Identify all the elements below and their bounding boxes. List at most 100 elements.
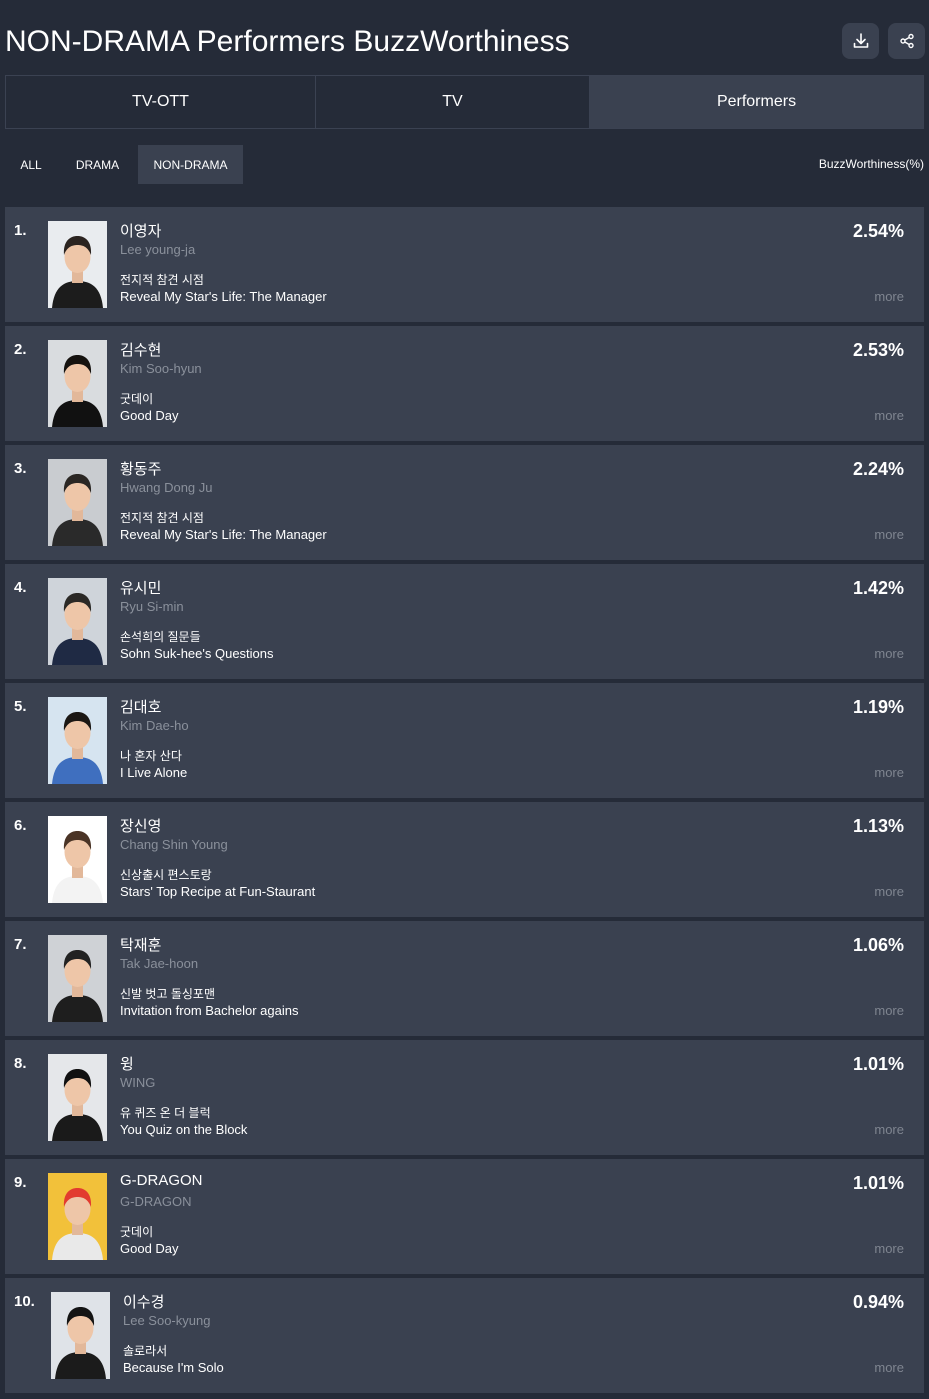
download-button[interactable] <box>842 23 879 59</box>
buzz-percentage: 1.01% <box>852 1054 904 1074</box>
rank-number: 9. <box>14 1174 27 1191</box>
show-title-english: Stars' Top Recipe at Fun-Staurant <box>120 884 316 899</box>
rank-number: 6. <box>14 817 27 834</box>
show-title-korean[interactable]: 신발 벗고 돌싱포맨 <box>120 985 215 1002</box>
main-tabs: TV-OTT TV Performers <box>5 75 924 129</box>
more-link[interactable]: more <box>874 1360 904 1375</box>
performer-name-korean[interactable]: 유시민 <box>120 577 161 598</box>
performer-name-english: WING <box>120 1075 156 1090</box>
performer-name-english: Lee young-ja <box>120 242 196 257</box>
sub-tabs: ALL DRAMA NON-DRAMA <box>5 145 243 184</box>
rank-number: 4. <box>14 579 27 596</box>
performer-name-english: Kim Soo-hyun <box>120 361 202 376</box>
performer-row[interactable]: 8. 윙 WING 유 퀴즈 온 더 블럭 You Quiz on the Block 1… <box>5 1040 924 1155</box>
buzz-percentage: 0.94% <box>852 1292 904 1312</box>
show-title-korean[interactable]: 전지적 참견 시점 <box>120 509 204 526</box>
buzz-percentage: 2.53% <box>852 340 904 360</box>
performer-row[interactable]: 4. 유시민 Ryu Si-min 손석희의 질문들 Sohn Suk-hee's Qu… <box>5 564 924 679</box>
more-link[interactable]: more <box>874 646 904 661</box>
performer-row[interactable]: 9. G-DRAGON G-DRAGON 굿데이 Good Day 1.01% more <box>5 1159 924 1274</box>
sort-label: BuzzWorthiness(%) <box>818 157 924 171</box>
page-title: NON-DRAMA Performers BuzzWorthiness <box>5 25 570 58</box>
performer-name-english: Tak Jae-hoon <box>120 956 199 971</box>
performer-photo <box>51 1292 110 1379</box>
performer-row[interactable]: 10. 이수경 Lee Soo-kyung 솔로라서 Because I'm Solo 0… <box>5 1278 924 1393</box>
performer-photo <box>48 935 107 1022</box>
performer-photo <box>48 697 107 784</box>
performer-name-korean[interactable]: 윙 <box>120 1053 134 1074</box>
rank-number: 1. <box>14 222 27 239</box>
buzz-percentage: 1.06% <box>852 935 904 955</box>
performer-photo <box>48 1054 107 1141</box>
performer-photo <box>48 816 107 903</box>
performer-name-korean[interactable]: 이영자 <box>120 220 161 241</box>
show-title-korean[interactable]: 유 퀴즈 온 더 블럭 <box>120 1104 211 1121</box>
show-title-korean[interactable]: 나 혼자 산다 <box>120 747 182 764</box>
page: NON-DRAMA Performers BuzzWorthiness TV-O… <box>0 0 929 1399</box>
more-link[interactable]: more <box>874 1003 904 1018</box>
show-title-english: Reveal My Star's Life: The Manager <box>120 289 327 304</box>
performer-name-korean[interactable]: 김대호 <box>120 696 161 717</box>
more-link[interactable]: more <box>874 408 904 423</box>
performer-photo <box>48 221 107 308</box>
performer-name-korean[interactable]: 탁재훈 <box>120 934 161 955</box>
share-icon <box>899 33 915 49</box>
more-link[interactable]: more <box>874 884 904 899</box>
subtab-drama[interactable]: DRAMA <box>57 145 138 184</box>
performer-row[interactable]: 5. 김대호 Kim Dae-ho 나 혼자 산다 I Live Alone 1.19% m… <box>5 683 924 798</box>
buzz-percentage: 1.13% <box>852 816 904 836</box>
show-title-english: Reveal My Star's Life: The Manager <box>120 527 327 542</box>
performer-name-english: Kim Dae-ho <box>120 718 189 733</box>
performer-row[interactable]: 6. 장신영 Chang Shin Young 신상출시 편스토랑 Stars' Top… <box>5 802 924 917</box>
share-button[interactable] <box>888 23 925 59</box>
performer-row[interactable]: 7. 탁재훈 Tak Jae-hoon 신발 벗고 돌싱포맨 Invitation fr… <box>5 921 924 1036</box>
more-link[interactable]: more <box>874 1241 904 1256</box>
show-title-korean[interactable]: 굿데이 <box>120 1223 153 1240</box>
performer-row[interactable]: 2. 김수현 Kim Soo-hyun 굿데이 Good Day 2.53% more <box>5 326 924 441</box>
show-title-english: Invitation from Bachelor agains <box>120 1003 299 1018</box>
buzz-percentage: 1.01% <box>852 1173 904 1193</box>
performer-name-korean[interactable]: 김수현 <box>120 339 161 360</box>
performer-row[interactable]: 1. 이영자 Lee young-ja 전지적 참견 시점 Reveal My Star… <box>5 207 924 322</box>
show-title-korean[interactable]: 신상출시 편스토랑 <box>120 866 212 883</box>
show-title-english: Sohn Suk-hee's Questions <box>120 646 274 661</box>
performer-name-korean[interactable]: 이수경 <box>123 1291 164 1312</box>
show-title-english: Good Day <box>120 408 179 423</box>
performer-name-english: Lee Soo-kyung <box>123 1313 211 1328</box>
download-icon <box>852 32 870 50</box>
show-title-korean[interactable]: 굿데이 <box>120 390 153 407</box>
more-link[interactable]: more <box>874 527 904 542</box>
performer-name-korean[interactable]: 황동주 <box>120 458 161 479</box>
performer-name-korean[interactable]: G-DRAGON <box>120 1172 203 1189</box>
buzz-percentage: 2.24% <box>852 459 904 479</box>
rank-number: 2. <box>14 341 27 358</box>
show-title-korean[interactable]: 손석희의 질문들 <box>120 628 201 645</box>
tab-tv-ott[interactable]: TV-OTT <box>6 76 316 128</box>
show-title-english: Good Day <box>120 1241 179 1256</box>
show-title-korean[interactable]: 솔로라서 <box>123 1342 167 1359</box>
subtab-all[interactable]: ALL <box>5 145 57 184</box>
buzz-percentage: 1.19% <box>852 697 904 717</box>
performer-photo <box>48 340 107 427</box>
more-link[interactable]: more <box>874 1122 904 1137</box>
tab-performers[interactable]: Performers <box>590 76 923 128</box>
rank-number: 3. <box>14 460 27 477</box>
show-title-korean[interactable]: 전지적 참견 시점 <box>120 271 204 288</box>
more-link[interactable]: more <box>874 765 904 780</box>
buzz-percentage: 2.54% <box>852 221 904 241</box>
show-title-english: You Quiz on the Block <box>120 1122 248 1137</box>
performer-photo <box>48 459 107 546</box>
more-link[interactable]: more <box>874 289 904 304</box>
rank-number: 8. <box>14 1055 27 1072</box>
subtab-non-drama[interactable]: NON-DRAMA <box>138 145 243 184</box>
performer-name-english: Chang Shin Young <box>120 837 228 852</box>
rank-number: 7. <box>14 936 27 953</box>
performer-name-english: G-DRAGON <box>120 1194 192 1209</box>
rank-number: 5. <box>14 698 27 715</box>
tab-tv[interactable]: TV <box>316 76 590 128</box>
performer-name-korean[interactable]: 장신영 <box>120 815 161 836</box>
header: NON-DRAMA Performers BuzzWorthiness <box>0 0 929 75</box>
performer-name-english: Hwang Dong Ju <box>120 480 213 495</box>
rank-number: 10. <box>14 1293 35 1310</box>
performer-row[interactable]: 3. 황동주 Hwang Dong Ju 전지적 참견 시점 Reveal My Sta… <box>5 445 924 560</box>
